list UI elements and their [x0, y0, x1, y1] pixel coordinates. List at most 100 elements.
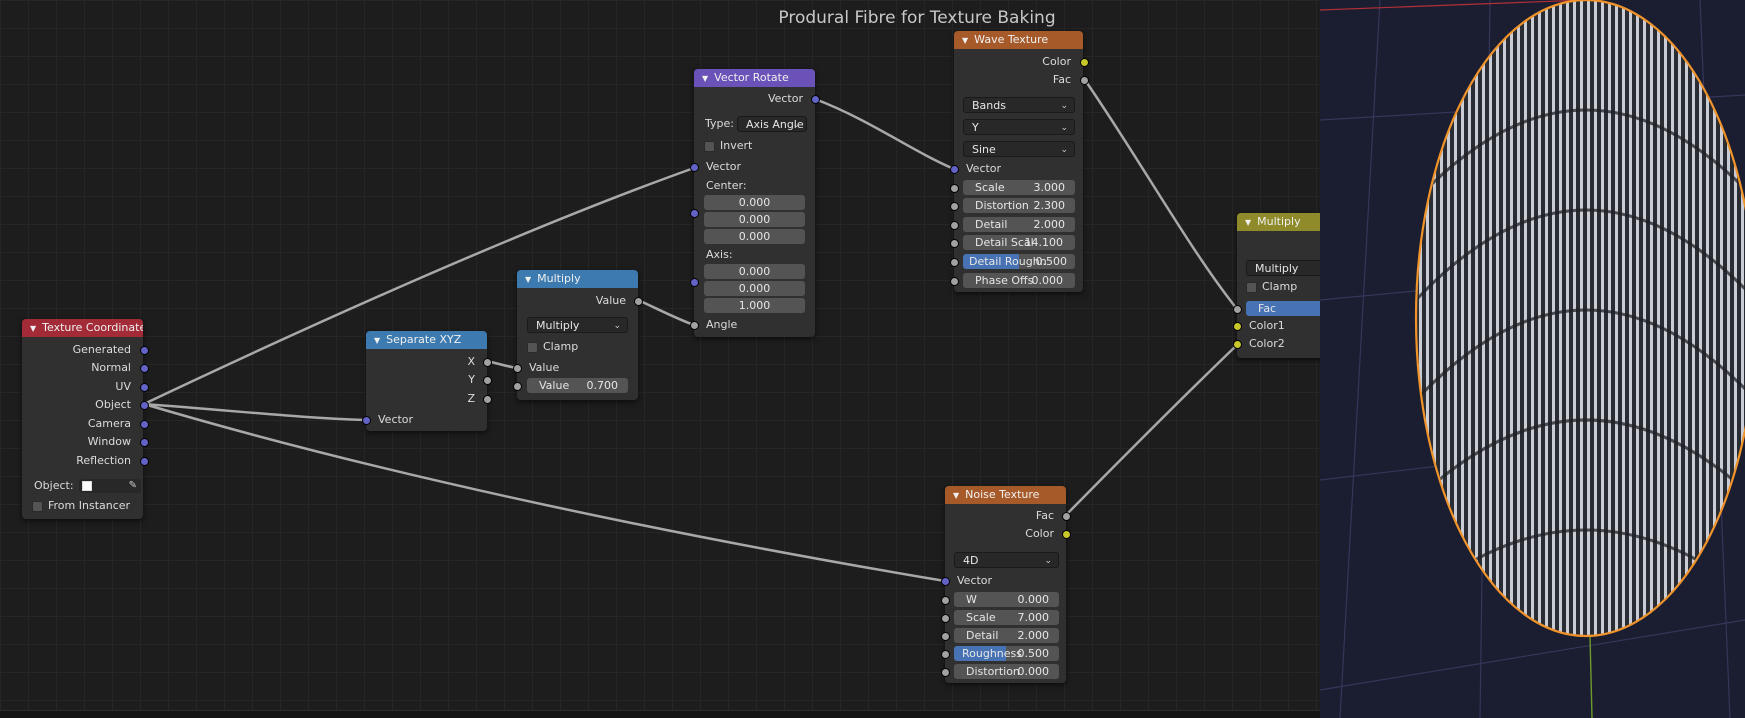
- checkbox-box[interactable]: [527, 341, 538, 353]
- node-header[interactable]: ▼ Noise Texture: [945, 486, 1066, 504]
- collapse-triangle-icon[interactable]: ▼: [962, 36, 968, 45]
- socket-center-in[interactable]: [690, 209, 699, 218]
- checkbox-box[interactable]: [1246, 281, 1257, 293]
- detail-scale-field[interactable]: Detail Scal 14.100: [963, 235, 1075, 250]
- invert-checkbox[interactable]: Invert: [704, 139, 752, 153]
- socket-z[interactable]: [483, 395, 492, 404]
- scale-field[interactable]: Scale 7.000: [954, 610, 1059, 625]
- distortion-field[interactable]: Distortion 2.300: [963, 198, 1075, 213]
- node-editor[interactable]: Produral Fibre for Texture Baking ▼ Textu…: [0, 0, 1320, 718]
- center-z-field[interactable]: 0.000: [704, 229, 805, 244]
- detail-field[interactable]: Detail 2.000: [954, 628, 1059, 643]
- detail-roughness-field[interactable]: Detail Roughn 0.500: [963, 254, 1075, 269]
- blend-dropdown[interactable]: Multiply: [1246, 260, 1320, 276]
- socket-w-in[interactable]: [941, 596, 950, 605]
- socket-fac-out[interactable]: [1080, 76, 1089, 85]
- checkbox-box[interactable]: [32, 500, 43, 512]
- socket-fac-out[interactable]: [1062, 512, 1071, 521]
- distortion-field[interactable]: Distortion 0.000: [954, 664, 1059, 679]
- from-instancer-checkbox[interactable]: From Instancer: [32, 499, 130, 513]
- scale-field[interactable]: Scale 3.000: [963, 180, 1075, 195]
- wave-texture-node[interactable]: ▼ Wave Texture Color Fac Bands ⌄ Y ⌄ Sine ⌄ …: [950, 31, 1089, 292]
- collapse-triangle-icon[interactable]: ▼: [30, 324, 36, 333]
- type-dropdown[interactable]: Axis Angle ⌄: [737, 116, 807, 132]
- socket-vector-in[interactable]: [950, 165, 959, 174]
- node-header[interactable]: ▼ Separate XYZ: [366, 331, 487, 349]
- roughness-field[interactable]: Roughness 0.500: [954, 646, 1059, 661]
- axis-y-field[interactable]: 0.000: [704, 281, 805, 296]
- socket-distortion-in[interactable]: [950, 202, 959, 211]
- socket-uv[interactable]: [140, 383, 149, 392]
- collapse-triangle-icon[interactable]: ▼: [702, 74, 708, 83]
- eyedropper-icon[interactable]: ✎: [129, 478, 137, 494]
- socket-angle-in[interactable]: [690, 321, 699, 330]
- collapse-triangle-icon[interactable]: ▼: [374, 336, 380, 345]
- socket-window[interactable]: [140, 438, 149, 447]
- clamp-checkbox[interactable]: Clamp: [1246, 280, 1297, 294]
- axis-z-field[interactable]: 1.000: [704, 298, 805, 313]
- collapse-triangle-icon[interactable]: ▼: [525, 275, 531, 284]
- socket-distortion-in[interactable]: [941, 668, 950, 677]
- socket-phase-offset-in[interactable]: [950, 277, 959, 286]
- socket-scale-in[interactable]: [950, 184, 959, 193]
- wave-type-dropdown[interactable]: Bands ⌄: [963, 97, 1075, 113]
- noise-texture-node[interactable]: ▼ Noise Texture Fac Color 4D ⌄ Vector W 0.0…: [941, 486, 1071, 683]
- operation-dropdown[interactable]: Multiply ⌄: [527, 317, 628, 333]
- collapse-triangle-icon[interactable]: ▼: [953, 491, 959, 500]
- socket-x[interactable]: [483, 358, 492, 367]
- socket-detail-roughness-in[interactable]: [950, 258, 959, 267]
- phase-offset-field[interactable]: Phase Offs 0.000: [963, 273, 1075, 288]
- socket-detail-in[interactable]: [950, 221, 959, 230]
- collapse-triangle-icon[interactable]: ▼: [1245, 218, 1251, 227]
- center-y-field[interactable]: 0.000: [704, 212, 805, 227]
- checkbox-box[interactable]: [704, 140, 715, 152]
- multiply-math-node[interactable]: ▼ Multiply Value Multiply ⌄ Clamp Value Va…: [513, 270, 643, 400]
- socket-color1-in[interactable]: [1233, 322, 1242, 331]
- socket-vector-in[interactable]: [362, 416, 371, 425]
- socket-camera[interactable]: [140, 420, 149, 429]
- socket-detail-scale-in[interactable]: [950, 239, 959, 248]
- node-header[interactable]: ▼ Vector Rotate: [694, 69, 815, 87]
- vector-rotate-node[interactable]: ▼ Vector Rotate Vector Type: Axis Angle ⌄ …: [690, 69, 820, 337]
- fac-field[interactable]: Fac: [1246, 301, 1320, 316]
- socket-vector-in[interactable]: [941, 577, 950, 586]
- socket-value-out[interactable]: [634, 297, 643, 306]
- profile-dropdown[interactable]: Sine ⌄: [963, 141, 1075, 157]
- socket-axis-in[interactable]: [690, 278, 699, 287]
- socket-vector-in[interactable]: [690, 163, 699, 172]
- link-rotate-to-wave: [813, 97, 956, 171]
- value-field[interactable]: Value 0.700: [527, 378, 628, 393]
- socket-value-in[interactable]: [513, 364, 522, 373]
- detail-field[interactable]: Detail 2.000: [963, 217, 1075, 232]
- 3d-viewport[interactable]: [1320, 0, 1745, 718]
- axis-x-field[interactable]: 0.000: [704, 264, 805, 279]
- socket-scale-in[interactable]: [941, 614, 950, 623]
- socket-value2-in[interactable]: [513, 382, 522, 391]
- texture-coordinate-node[interactable]: ▼ Texture Coordinate Generated Normal UV …: [22, 319, 149, 519]
- node-header[interactable]: ▼ Texture Coordinate: [22, 319, 143, 337]
- socket-object[interactable]: [140, 401, 149, 410]
- mix-multiply-node[interactable]: ▼ Multiply Multiply Clamp Fac Color1 Colo…: [1233, 213, 1320, 358]
- node-header[interactable]: ▼ Multiply: [517, 270, 638, 288]
- socket-color-out[interactable]: [1080, 58, 1089, 67]
- socket-roughness-in[interactable]: [941, 650, 950, 659]
- dimensions-dropdown[interactable]: 4D ⌄: [954, 552, 1059, 568]
- object-field[interactable]: ✎: [79, 478, 142, 494]
- socket-y[interactable]: [483, 376, 492, 385]
- socket-reflection[interactable]: [140, 457, 149, 466]
- socket-fac-in[interactable]: [1233, 305, 1242, 314]
- direction-dropdown[interactable]: Y ⌄: [963, 119, 1075, 135]
- socket-generated[interactable]: [140, 346, 149, 355]
- clamp-checkbox[interactable]: Clamp: [527, 340, 578, 354]
- socket-detail-in[interactable]: [941, 632, 950, 641]
- socket-color2-in[interactable]: [1233, 340, 1242, 349]
- socket-vector-out[interactable]: [811, 95, 820, 104]
- node-header[interactable]: ▼ Wave Texture: [954, 31, 1083, 49]
- center-x-field[interactable]: 0.000: [704, 195, 805, 210]
- socket-color-out[interactable]: [1062, 530, 1071, 539]
- w-field[interactable]: W 0.000: [954, 592, 1059, 607]
- node-header[interactable]: ▼ Multiply: [1237, 213, 1320, 231]
- separate-xyz-node[interactable]: ▼ Separate XYZ X Y Z Vector: [362, 331, 492, 431]
- socket-normal[interactable]: [140, 364, 149, 373]
- node-title: Texture Coordinate: [42, 321, 143, 334]
